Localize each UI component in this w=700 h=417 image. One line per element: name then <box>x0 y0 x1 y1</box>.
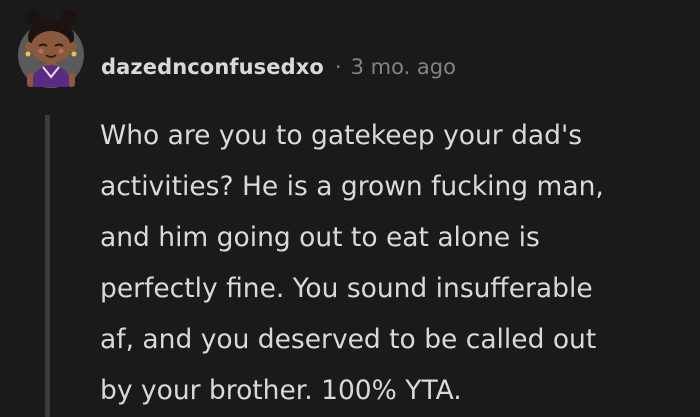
username-link[interactable]: dazednconfusedxo <box>101 55 324 79</box>
comment-timestamp[interactable]: 3 mo. ago <box>351 55 456 79</box>
meta-separator: · <box>334 55 342 79</box>
comment-header: dazednconfusedxo · 3 mo. ago <box>101 50 456 84</box>
avatar-icon[interactable] <box>17 9 85 91</box>
comment-body: Who are you to gatekeep your dad's activ… <box>100 120 604 406</box>
comment: dazednconfusedxo · 3 mo. ago Who are you… <box>0 0 700 417</box>
thread-collapse-line[interactable] <box>45 115 50 417</box>
